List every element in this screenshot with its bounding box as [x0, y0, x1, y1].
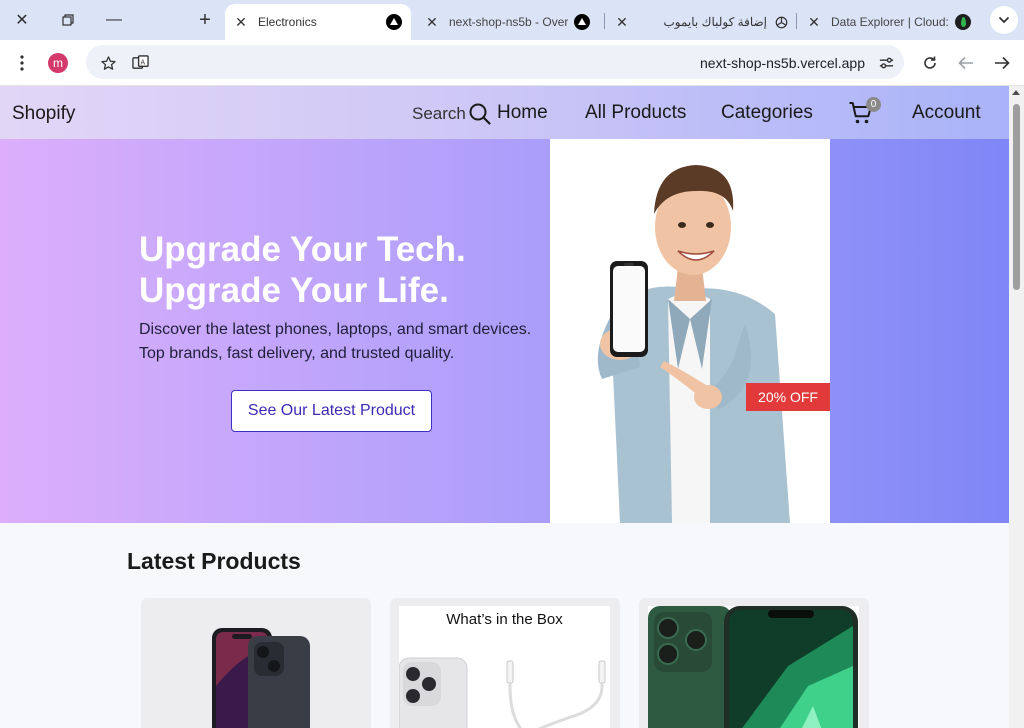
product-image-iphone-13 [150, 606, 361, 728]
page-scrollbar[interactable] [1009, 86, 1024, 728]
tab-divider [604, 13, 605, 29]
tab-paymob-callback[interactable]: ✕ إضافة كولباك بايموب [612, 4, 796, 40]
openai-icon [773, 14, 789, 30]
search-icon [469, 103, 491, 125]
nav-link-home[interactable]: Home [497, 102, 548, 124]
vercel-icon [386, 14, 402, 30]
close-window-icon[interactable]: ✕ [8, 6, 36, 34]
minimize-window-icon[interactable]: — [100, 6, 128, 34]
close-tab-icon[interactable]: ✕ [423, 13, 441, 31]
hero-banner: Upgrade Your Tech. Upgrade Your Life. Di… [0, 139, 1009, 523]
product-image-whats-in-the-box: What’s in the Box [399, 606, 610, 728]
brand-logo[interactable]: Shopify [12, 103, 75, 125]
scroll-up-arrow-icon[interactable] [1012, 90, 1020, 95]
tab-label: Data Explorer | Cloud: [831, 15, 949, 29]
close-tab-icon[interactable]: ✕ [232, 13, 250, 31]
tab-divider [796, 13, 797, 29]
translate-icon[interactable]: A [126, 49, 154, 77]
profile-avatar[interactable]: m [48, 53, 68, 73]
web-page: Shopify Search Home All Products Categor… [0, 86, 1009, 728]
nav-link-all-products[interactable]: All Products [585, 102, 686, 124]
product-image-iphone-13-pro-green [648, 606, 859, 728]
tab-search-chevron-icon[interactable] [990, 6, 1018, 34]
menu-kebab-icon[interactable] [8, 49, 36, 77]
cart-count-badge: 0 [866, 97, 881, 112]
hero-subtitle: Discover the latest phones, laptops, and… [139, 321, 532, 362]
forward-arrow-icon[interactable] [988, 49, 1016, 77]
scroll-thumb[interactable] [1013, 104, 1020, 290]
url-text[interactable]: next-shop-ns5b.vercel.app [700, 55, 865, 71]
site-navbar: Shopify Search Home All Products Categor… [0, 86, 1009, 139]
product-card[interactable]: What’s in the Box [390, 598, 620, 728]
close-tab-icon[interactable]: ✕ [613, 13, 631, 31]
product-card[interactable] [141, 598, 371, 728]
nav-search-button[interactable]: Search [412, 102, 492, 126]
see-latest-product-button[interactable]: See Our Latest Product [231, 390, 432, 432]
nav-link-account[interactable]: Account [912, 102, 981, 124]
hero-title-line-2: Upgrade Your Life. [139, 271, 449, 310]
bookmark-star-icon[interactable] [94, 49, 122, 77]
vercel-icon [574, 14, 590, 30]
svg-text:A: A [140, 58, 145, 66]
restore-window-icon[interactable] [54, 6, 82, 34]
mongodb-icon [955, 14, 971, 30]
hero-title: Upgrade Your Tech. Upgrade Your Life. [139, 229, 559, 311]
discount-badge: 20% OFF [746, 383, 830, 411]
reload-icon[interactable] [916, 49, 944, 77]
tab-electronics[interactable]: ✕ Electronics [225, 4, 411, 40]
tab-mongodb-data-explorer[interactable]: ✕ Data Explorer | Cloud: [804, 4, 984, 40]
browser-tab-bar: ✕ — + ✕ Electronics ✕ next-shop-ns5b - O… [0, 0, 1024, 40]
new-tab-button[interactable]: + [191, 6, 219, 34]
nav-link-categories[interactable]: Categories [721, 102, 813, 124]
back-arrow-icon[interactable] [952, 49, 980, 77]
hero-title-line-1: Upgrade Your Tech. [139, 230, 466, 269]
latest-products-title: Latest Products [127, 548, 301, 574]
tab-vercel-overview[interactable]: ✕ next-shop-ns5b - Over [422, 4, 604, 40]
site-settings-icon[interactable] [872, 49, 900, 77]
hero-image-man-holding-phone [550, 139, 830, 523]
tab-label: next-shop-ns5b - Over [449, 15, 568, 29]
tab-label: Electronics [258, 15, 317, 29]
close-tab-icon[interactable]: ✕ [805, 13, 823, 31]
tab-label: إضافة كولباك بايموب [663, 15, 767, 29]
product-card[interactable] [639, 598, 869, 728]
browser-toolbar: A [0, 40, 1024, 86]
search-label: Search [412, 104, 466, 123]
